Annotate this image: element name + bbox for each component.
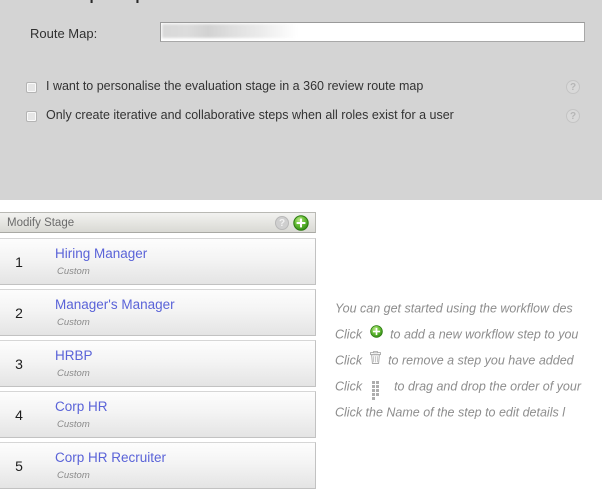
step-name-link[interactable]: HRBP [55,348,93,363]
step-name-link[interactable]: Hiring Manager [55,246,147,261]
options-checkbox-group: I want to personalise the evaluation sta… [0,78,602,136]
drag-handle-icon [371,381,383,401]
green-plus-circle-icon [369,324,383,344]
instruction-text-after: to add a new workflow step to you [390,327,579,342]
table-row[interactable]: 4 Corp HR Custom [0,391,316,438]
instruction-text-after: to remove a step you have added [388,353,574,368]
help-icon-personalise-evaluation-stage[interactable]: ? [566,80,580,94]
route-map-input-value [162,24,298,38]
step-number: 2 [15,305,23,321]
checkbox-label-iterative-collaborative-steps: Only create iterative and collaborative … [46,108,454,122]
checkbox-row-iterative-collaborative-steps[interactable]: Only create iterative and collaborative … [0,107,602,136]
instruction-text-before: Click [335,327,363,342]
page-title: Route Map Setup [22,0,145,4]
table-row[interactable]: 2 Manager's Manager Custom [0,289,316,336]
route-map-input[interactable] [160,22,585,42]
route-map-label: Route Map: [30,26,98,41]
instruction-line-add: Click to add a new workflow step to you [335,324,602,350]
checkbox-label-personalise-evaluation-stage: I want to personalise the evaluation sta… [46,79,424,93]
step-type-label: Custom [57,317,90,328]
route-map-field-row: Route Map: [0,20,602,52]
route-map-form-panel: Route Map Setup Route Map: I want to per… [0,0,602,200]
instruction-text: You can get started using the workflow d… [335,301,573,316]
step-number: 5 [15,458,23,474]
step-type-label: Custom [57,470,90,481]
trash-icon [369,350,381,370]
table-row[interactable]: 5 Corp HR Recruiter Custom [0,442,316,489]
modify-stage-header: Modify Stage ? [0,212,316,233]
instruction-text-before: Click [335,353,363,368]
instruction-line-remove: Click to remove a step you have added [335,350,602,376]
help-icon-iterative-collaborative-steps[interactable]: ? [566,109,580,123]
checkbox-row-personalise-evaluation-stage[interactable]: I want to personalise the evaluation sta… [0,78,602,107]
instruction-text: Click the Name of the step to edit detai… [335,405,565,420]
instruction-text-after: to drag and drop the order of your [394,379,581,394]
table-row[interactable]: 3 HRBP Custom [0,340,316,387]
step-type-label: Custom [57,368,90,379]
workflow-instructions: You can get started using the workflow d… [335,298,602,428]
checkbox-personalise-evaluation-stage[interactable] [26,82,37,93]
modify-stage-panel: Modify Stage ? 1 Hiring Manager Custom 2… [0,212,316,493]
instruction-line-edit: Click the Name of the step to edit detai… [335,402,602,428]
add-step-button[interactable] [293,215,309,231]
help-icon-modify-stage[interactable]: ? [275,216,289,230]
green-plus-circle-icon [293,215,309,231]
step-type-label: Custom [57,419,90,430]
table-row[interactable]: 1 Hiring Manager Custom [0,238,316,285]
stage-step-list: 1 Hiring Manager Custom 2 Manager's Mana… [0,238,316,489]
step-name-link[interactable]: Corp HR Recruiter [55,450,166,465]
modify-stage-title: Modify Stage [7,217,75,229]
checkbox-iterative-collaborative-steps[interactable] [26,111,37,122]
instruction-line-reorder: Click to drag and drop the order of your [335,376,602,402]
step-type-label: Custom [57,266,90,277]
step-number: 4 [15,407,23,423]
step-name-link[interactable]: Corp HR [55,399,108,414]
step-name-link[interactable]: Manager's Manager [55,297,175,312]
instruction-line-intro: You can get started using the workflow d… [335,298,602,324]
step-number: 3 [15,356,23,372]
instruction-text-before: Click [335,379,363,394]
step-number: 1 [15,254,23,270]
